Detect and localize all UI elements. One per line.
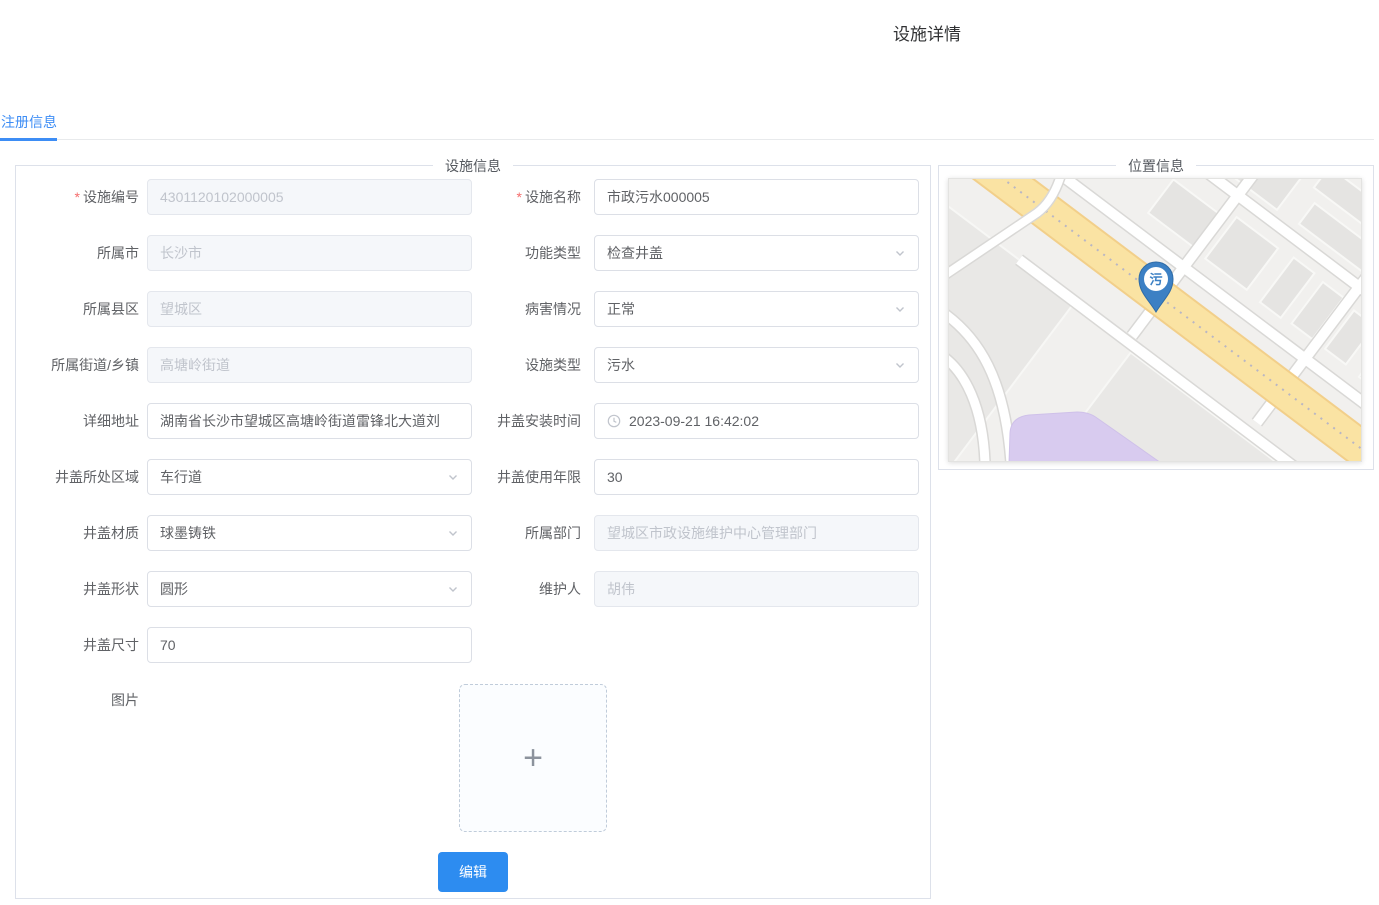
required-mark: * (517, 189, 522, 205)
field-label: 设施名称 (525, 189, 581, 205)
form-row-city: 所属市 长沙市 (16, 235, 472, 271)
field-label: 设施类型 (452, 355, 581, 375)
field-label: 所属市 (16, 243, 139, 263)
cover-material-select[interactable]: 球墨铸铁 (147, 515, 472, 551)
active-tab-indicator (0, 138, 57, 141)
field-label: 维护人 (452, 579, 581, 599)
field-label: 井盖材质 (16, 523, 139, 543)
service-life-input[interactable]: 30 (594, 459, 919, 495)
facility-code-input: 4301120102000005 (147, 179, 472, 215)
field-label: 设施编号 (83, 189, 139, 205)
form-column-right: *设施名称 市政污水000005 功能类型 检查井盖 病害情况 正常 设施类型 (452, 179, 919, 627)
field-label: 所属县区 (16, 299, 139, 319)
disease-status-select[interactable]: 正常 (594, 291, 919, 327)
form-row-install-time: 井盖安装时间 2023-09-21 16:42:02 (452, 403, 919, 439)
tabs-divider (0, 139, 1374, 140)
address-input[interactable]: 湖南省长沙市望城区高塘岭街道雷锋北大道刘 (147, 403, 472, 439)
cover-size-input[interactable]: 70 (147, 627, 472, 663)
form-row-function-type: 功能类型 检查井盖 (452, 235, 919, 271)
field-label: 详细地址 (16, 411, 139, 431)
field-label: 井盖安装时间 (452, 411, 581, 431)
field-label: 井盖使用年限 (452, 467, 581, 487)
cover-shape-select[interactable]: 圆形 (147, 571, 472, 607)
form-row-facility-type: 设施类型 污水 (452, 347, 919, 383)
clock-icon (607, 414, 621, 428)
field-label: 图片 (16, 684, 139, 716)
maintainer-input: 胡伟 (594, 571, 919, 607)
tab-register-info-label: 注册信息 (1, 114, 57, 130)
facility-name-input[interactable]: 市政污水000005 (594, 179, 919, 215)
facility-info-legend: 设施信息 (433, 156, 513, 176)
facility-info-panel: 设施信息 *设施编号 4301120102000005 所属市 长沙市 所属县区… (15, 165, 931, 899)
facility-detail-page: 设施详情 注册信息 设施信息 *设施编号 4301120102000005 所属… (0, 0, 1379, 905)
form-row-image: 图片 + (16, 684, 607, 832)
street-input: 高塘岭街道 (147, 347, 472, 383)
form-row-cover-area: 井盖所处区域 车行道 (16, 459, 472, 495)
form-row-maintainer: 维护人 胡伟 (452, 571, 919, 607)
department-input: 望城区市政设施维护中心管理部门 (594, 515, 919, 551)
form-row-cover-shape: 井盖形状 圆形 (16, 571, 472, 607)
form-row-address: 详细地址 湖南省长沙市望城区高塘岭街道雷锋北大道刘 (16, 403, 472, 439)
image-upload-box[interactable]: + (459, 684, 607, 832)
form-row-facility-name: *设施名称 市政污水000005 (452, 179, 919, 215)
field-label: 病害情况 (452, 299, 581, 319)
install-time-picker[interactable]: 2023-09-21 16:42:02 (594, 403, 919, 439)
field-label: 井盖尺寸 (16, 635, 139, 655)
form-row-county: 所属县区 望城区 (16, 291, 472, 327)
map-marker-label: 污 (1149, 272, 1162, 287)
form-row-disease-status: 病害情况 正常 (452, 291, 919, 327)
city-input: 长沙市 (147, 235, 472, 271)
cover-area-select[interactable]: 车行道 (147, 459, 472, 495)
form-row-department: 所属部门 望城区市政设施维护中心管理部门 (452, 515, 919, 551)
field-label: 所属街道/乡镇 (16, 355, 139, 375)
page-title: 设施详情 (893, 20, 961, 45)
actions-row: 编辑 (16, 852, 930, 892)
plus-icon: + (523, 741, 543, 775)
chevron-down-icon (894, 247, 906, 259)
county-input: 望城区 (147, 291, 472, 327)
facility-type-select[interactable]: 污水 (594, 347, 919, 383)
chevron-down-icon (894, 303, 906, 315)
chevron-down-icon (894, 359, 906, 371)
form-row-cover-material: 井盖材质 球墨铸铁 (16, 515, 472, 551)
location-info-legend: 位置信息 (1116, 156, 1196, 176)
required-mark: * (75, 189, 80, 205)
function-type-select[interactable]: 检查井盖 (594, 235, 919, 271)
location-info-panel: 位置信息 (938, 165, 1374, 470)
field-label: 所属部门 (452, 523, 581, 543)
map-view[interactable]: 污 (948, 178, 1362, 462)
edit-button[interactable]: 编辑 (438, 852, 508, 892)
tab-register-info[interactable]: 注册信息 (1, 112, 57, 132)
field-label: 井盖形状 (16, 579, 139, 599)
form-row-service-life: 井盖使用年限 30 (452, 459, 919, 495)
form-row-street: 所属街道/乡镇 高塘岭街道 (16, 347, 472, 383)
field-label: 井盖所处区域 (16, 467, 139, 487)
form-column-left: *设施编号 4301120102000005 所属市 长沙市 所属县区 望城区 … (16, 179, 472, 683)
map-canvas: 污 (949, 179, 1362, 462)
form-row-facility-code: *设施编号 4301120102000005 (16, 179, 472, 215)
field-label: 功能类型 (452, 243, 581, 263)
form-row-cover-size: 井盖尺寸 70 (16, 627, 472, 663)
